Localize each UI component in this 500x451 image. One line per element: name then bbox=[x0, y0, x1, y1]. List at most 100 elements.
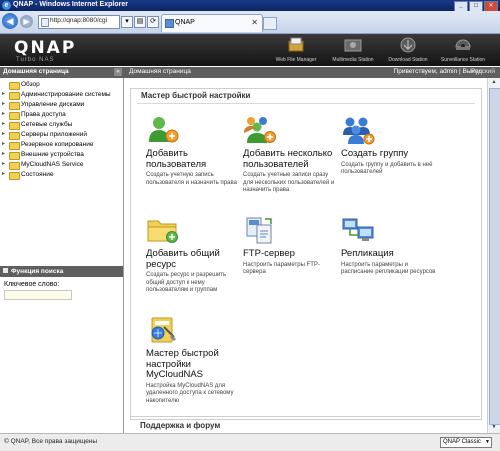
sidebar-item-external-devices[interactable]: ▸ Внешние устройства bbox=[0, 150, 122, 160]
address-bar[interactable]: http://qnap:8080/cgi bbox=[38, 15, 120, 29]
folder-icon bbox=[9, 92, 20, 100]
sidebar: Обзор ▸ Администрирование системы ▸ Упра… bbox=[0, 78, 124, 433]
main-scrollbar[interactable]: ▲ ▼ bbox=[487, 78, 500, 433]
expand-icon[interactable]: ▸ bbox=[2, 161, 7, 167]
welcome-logout[interactable]: Приветствуем, admin | Выход bbox=[394, 68, 482, 75]
card-desc: Настройка MyCloudNAS для удаленного дост… bbox=[146, 382, 234, 404]
card-title: Добавить общий ресурс bbox=[146, 248, 220, 270]
tab-label: QNAP bbox=[175, 19, 195, 26]
support-forum-title: Поддержка и форум bbox=[140, 421, 221, 430]
expand-icon[interactable]: ▸ bbox=[2, 151, 7, 157]
card-title: FTP-сервер bbox=[243, 248, 295, 259]
expand-icon[interactable]: ▸ bbox=[2, 111, 7, 117]
station-surveillance[interactable]: Surveillance Station bbox=[437, 36, 489, 64]
compat-view-icon[interactable]: ▤ bbox=[134, 16, 146, 28]
back-button[interactable]: ◀ bbox=[2, 13, 18, 29]
folder-icon bbox=[9, 142, 20, 150]
language-select[interactable]: Русский bbox=[471, 68, 495, 75]
sidebar-item-disk-management[interactable]: ▸ Управление дисками bbox=[0, 100, 122, 110]
card-title: Мастер быстрой настройки MyCloudNAS bbox=[146, 348, 219, 380]
card-ftp-server[interactable]: FTP-сервер Настроить параметры FTP-серве… bbox=[243, 215, 339, 277]
window-titlebar: e QNAP - Windows Internet Explorer _ □ ✕ bbox=[0, 0, 500, 12]
card-add-multiple-users[interactable]: Добавить несколько пользователей Создать… bbox=[243, 115, 339, 195]
sidebar-item-overview[interactable]: Обзор bbox=[0, 80, 122, 90]
station-multimedia[interactable]: Multimedia Station bbox=[327, 36, 379, 64]
sidebar-item-system-admin[interactable]: ▸ Администрирование системы bbox=[0, 90, 122, 100]
card-desc: Создать учетные записи сразу для несколь… bbox=[243, 172, 335, 193]
tab-close-icon[interactable]: ✕ bbox=[251, 18, 258, 27]
sidebar-item-backup[interactable]: ▸ Резервное копирование bbox=[0, 140, 122, 150]
copyright-text: © QNAP, Все права защищены bbox=[4, 438, 98, 445]
expand-icon[interactable]: ▸ bbox=[2, 131, 7, 137]
sidebar-item-status[interactable]: ▸ Состояние bbox=[0, 170, 122, 180]
add-share-folder-icon bbox=[146, 215, 180, 245]
create-group-icon bbox=[341, 115, 375, 145]
folder-icon bbox=[9, 172, 20, 180]
refresh-icon[interactable]: ⟳ bbox=[147, 16, 159, 28]
station-web-file-manager[interactable]: Web File Manager bbox=[270, 36, 322, 64]
tab-qnap[interactable]: QNAP ✕ bbox=[161, 14, 263, 32]
panel-toggle-icon[interactable] bbox=[3, 268, 8, 273]
sidebar-item-network-services[interactable]: ▸ Сетевые службы bbox=[0, 120, 122, 130]
expand-icon[interactable]: ▸ bbox=[2, 171, 7, 177]
card-replication[interactable]: Репликация Настроить параметры и расписа… bbox=[341, 215, 437, 277]
theme-select[interactable]: QNAP Classic ▼ bbox=[440, 437, 492, 448]
card-desc: Создать ресурс и разрешить общий доступ … bbox=[146, 272, 227, 293]
expand-icon[interactable]: ▸ bbox=[2, 141, 7, 147]
support-forum-section: Поддержка и форум bbox=[130, 416, 480, 434]
expand-icon[interactable]: ▸ bbox=[2, 101, 7, 107]
browser-navbar: ◀ ▶ http://qnap:8080/cgi ▾ ▤ ⟳ ✕ QNAP ✕ bbox=[0, 11, 500, 34]
card-mycloudnas-wizard[interactable]: Мастер быстрой настройки MyCloudNAS Наст… bbox=[146, 315, 242, 405]
web-file-manager-icon bbox=[286, 37, 306, 53]
folder-icon bbox=[9, 132, 20, 140]
station-download[interactable]: Download Station bbox=[382, 36, 434, 64]
expand-icon[interactable]: ▸ bbox=[2, 121, 7, 127]
page-icon bbox=[41, 18, 49, 27]
qnap-favicon-icon bbox=[165, 19, 174, 28]
qnap-header: QNAP Turbo NAS Web File Manager Multimed… bbox=[0, 34, 500, 66]
address-url: http://qnap:8080/cgi bbox=[50, 17, 108, 24]
new-tab-button[interactable] bbox=[263, 17, 277, 30]
card-desc: Настроить параметры FTP-сервера bbox=[243, 261, 320, 276]
surveillance-station-icon bbox=[453, 37, 473, 53]
collapse-sidebar-icon[interactable]: « bbox=[114, 68, 122, 76]
ftp-server-icon bbox=[243, 215, 277, 245]
search-panel-title: Функция поиска bbox=[0, 266, 123, 277]
main-content: Мастер быстрой настройки Добавить пользо… bbox=[124, 78, 487, 433]
add-multiple-users-icon bbox=[243, 115, 277, 145]
quick-setup-title: Мастер быстрой настройки bbox=[141, 91, 251, 100]
sidebar-item-mycloudnas[interactable]: ▸ MyCloudNAS Service bbox=[0, 160, 122, 170]
replication-icon bbox=[341, 215, 375, 245]
folder-icon bbox=[9, 112, 20, 120]
window-title: QNAP - Windows Internet Explorer bbox=[13, 1, 128, 8]
sidebar-item-app-servers[interactable]: ▸ Серверы приложений bbox=[0, 130, 122, 140]
card-add-user[interactable]: Добавить пользователя Создать учетную за… bbox=[146, 115, 242, 187]
card-desc: Создать учетную запись пользователя и на… bbox=[146, 172, 237, 186]
sidebar-home-link[interactable]: Домашняя страница bbox=[3, 68, 69, 75]
folder-icon bbox=[9, 82, 20, 90]
chevron-down-icon: ▼ bbox=[485, 439, 490, 445]
forward-button[interactable]: ▶ bbox=[20, 15, 33, 28]
breadcrumb-bar: Домашняя страница « Домашняя страница Пр… bbox=[0, 67, 500, 78]
folder-icon bbox=[9, 152, 20, 160]
scroll-thumb[interactable] bbox=[489, 88, 500, 425]
card-title: Добавить пользователя bbox=[146, 148, 207, 170]
scroll-down-icon[interactable]: ▼ bbox=[489, 424, 499, 432]
scroll-up-icon[interactable]: ▲ bbox=[489, 79, 499, 87]
card-desc: Создать группу и добавить в неё пользова… bbox=[341, 161, 433, 176]
mycloudnas-wizard-icon bbox=[146, 315, 180, 345]
keyword-label: Ключевое слово: bbox=[4, 281, 60, 288]
card-create-group[interactable]: Создать группу Создать группу и добавить… bbox=[341, 115, 437, 177]
card-add-share[interactable]: Добавить общий ресурс Создать ресурс и р… bbox=[146, 215, 242, 295]
qnap-tagline: Turbo NAS bbox=[16, 57, 55, 63]
keyword-input[interactable] bbox=[4, 290, 72, 300]
multimedia-station-icon bbox=[343, 37, 363, 53]
dropdown-icon[interactable]: ▾ bbox=[121, 16, 133, 28]
footer-bar: © QNAP, Все права защищены QNAP Classic ▼ bbox=[0, 433, 500, 451]
expand-icon[interactable]: ▸ bbox=[2, 91, 7, 97]
breadcrumb: Домашняя страница bbox=[129, 68, 191, 75]
card-title: Репликация bbox=[341, 248, 394, 259]
qnap-logo: QNAP bbox=[14, 38, 77, 58]
sidebar-item-access-rights[interactable]: ▸ Права доступа bbox=[0, 110, 122, 120]
card-title: Создать группу bbox=[341, 148, 409, 159]
